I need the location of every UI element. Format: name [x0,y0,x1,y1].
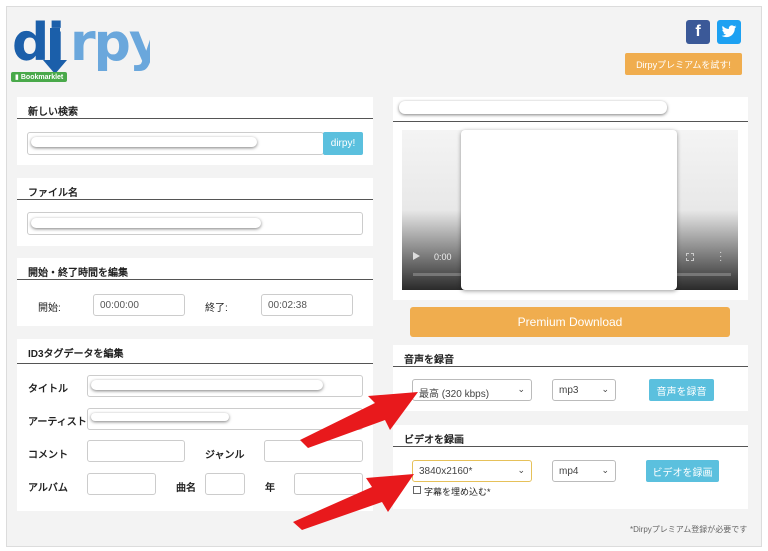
start-time-input[interactable]: 00:00:00 [93,294,185,316]
svg-text:rpy: rpy [70,13,150,73]
video-resolution-select[interactable]: 3840x2160* ⌄ [412,460,532,482]
audio-panel: 音声を録音 [393,345,748,411]
twitter-icon[interactable] [717,20,741,44]
audio-quality-select[interactable]: 最高 (320 kbps) ⌄ [412,379,532,401]
premium-try-button[interactable]: Dirpyプレミアムを試す! [625,53,742,75]
premium-download-button[interactable]: Premium Download [410,307,730,337]
dirpy-search-button[interactable]: dirpy! [323,132,363,155]
track-label: 曲名 [176,483,196,494]
video-format-select[interactable]: mp4 ⌄ [552,460,616,482]
title-label: タイトル [28,384,68,395]
year-input[interactable] [294,473,363,495]
footer-note: *Dirpyプレミアム登録が必要です [630,525,748,534]
record-video-button[interactable]: ビデオを録画 [646,460,719,482]
time-title: 開始・終了時間を編集 [17,258,373,280]
facebook-icon[interactable]: f [686,20,710,44]
end-label: 終了: [205,303,228,314]
title-redaction [91,380,323,390]
track-input[interactable] [205,473,245,495]
chevron-down-icon: ⌄ [517,465,525,475]
genre-input[interactable] [264,440,363,462]
audio-title: 音声を録音 [393,345,748,367]
subtitle-checkbox[interactable] [413,486,421,494]
chevron-down-icon: ⌄ [601,465,609,475]
comment-label: コメント [28,450,68,461]
search-input-redaction [31,137,257,147]
artist-label: アーティスト [28,417,87,428]
id3-title: ID3タグデータを編集 [17,339,373,364]
record-audio-button[interactable]: 音声を録音 [649,379,714,401]
end-time-input[interactable]: 00:02:38 [261,294,353,316]
search-title: 新しい検索 [17,97,373,119]
chevron-down-icon: ⌄ [601,384,609,394]
start-label: 開始: [38,303,61,314]
video-record-title: ビデオを録画 [393,425,748,447]
more-options-icon[interactable]: · · · [719,248,722,266]
filename-redaction [31,218,261,228]
player-time: 0:00 [434,252,452,262]
filename-title: ファイル名 [17,178,373,200]
bookmarklet-badge[interactable]: ▮ Bookmarklet [11,72,68,82]
play-icon[interactable] [413,252,420,260]
album-label: アルバム [28,483,68,494]
audio-format-select[interactable]: mp3 ⌄ [552,379,616,401]
genre-label: ジャンル [205,450,245,461]
video-title-redaction [399,101,667,114]
album-input[interactable] [87,473,156,495]
subtitle-label: 字幕を埋め込む* [424,487,491,497]
bookmark-icon: ▮ [15,74,19,81]
artist-redaction [91,413,229,421]
chevron-down-icon: ⌄ [517,384,525,394]
video-overlay-redaction [461,130,677,290]
comment-input[interactable] [87,440,185,462]
fullscreen-icon[interactable] [686,253,694,261]
year-label: 年 [265,483,275,494]
